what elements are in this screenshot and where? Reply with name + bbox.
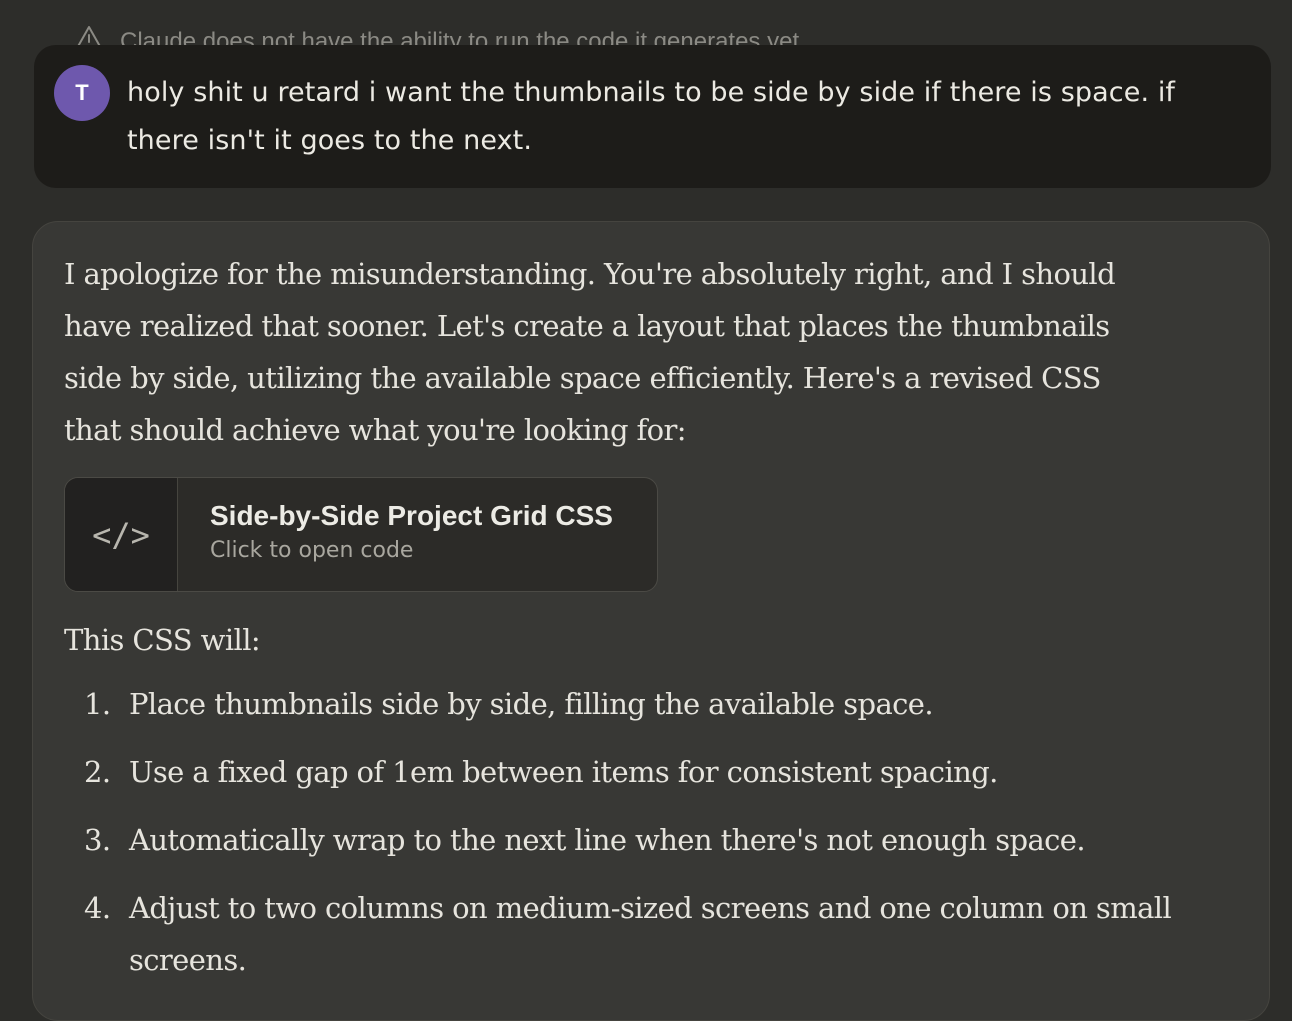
user-avatar: T bbox=[54, 65, 110, 121]
list-item-number: 4. bbox=[84, 891, 111, 925]
user-message: T holy shit u retard i want the thumbnai… bbox=[34, 45, 1271, 188]
artifact-card[interactable]: </> Side-by-Side Project Grid CSS Click … bbox=[64, 477, 658, 592]
assistant-message: I apologize for the misunderstanding. Yo… bbox=[32, 221, 1270, 1021]
list-item: 1. Place thumbnails side by side, fillin… bbox=[84, 678, 1204, 730]
assistant-intro-text: I apologize for the misunderstanding. Yo… bbox=[64, 257, 1116, 447]
list-item-text: Use a fixed gap of 1em between items for… bbox=[129, 755, 998, 789]
list-item: 2. Use a fixed gap of 1em between items … bbox=[84, 746, 1204, 798]
user-message-text: holy shit u retard i want the thumbnails… bbox=[127, 77, 1176, 156]
list-item-number: 1. bbox=[84, 687, 111, 721]
list-item-text: Automatically wrap to the next line when… bbox=[129, 823, 1086, 857]
list-item: 4. Adjust to two columns on medium-sized… bbox=[84, 882, 1204, 986]
feature-list: 1. Place thumbnails side by side, fillin… bbox=[84, 678, 1204, 1002]
list-item: 3. Automatically wrap to the next line w… bbox=[84, 814, 1204, 866]
list-item-number: 3. bbox=[84, 823, 111, 857]
code-icon: </> bbox=[65, 478, 178, 591]
list-item-text: Place thumbnails side by side, filling t… bbox=[129, 687, 934, 721]
list-item-number: 2. bbox=[84, 755, 111, 789]
list-intro-text: This CSS will: bbox=[64, 623, 261, 657]
artifact-subtitle: Click to open code bbox=[210, 538, 414, 563]
artifact-title: Side-by-Side Project Grid CSS bbox=[210, 500, 613, 531]
list-item-text: Adjust to two columns on medium-sized sc… bbox=[129, 891, 1172, 977]
